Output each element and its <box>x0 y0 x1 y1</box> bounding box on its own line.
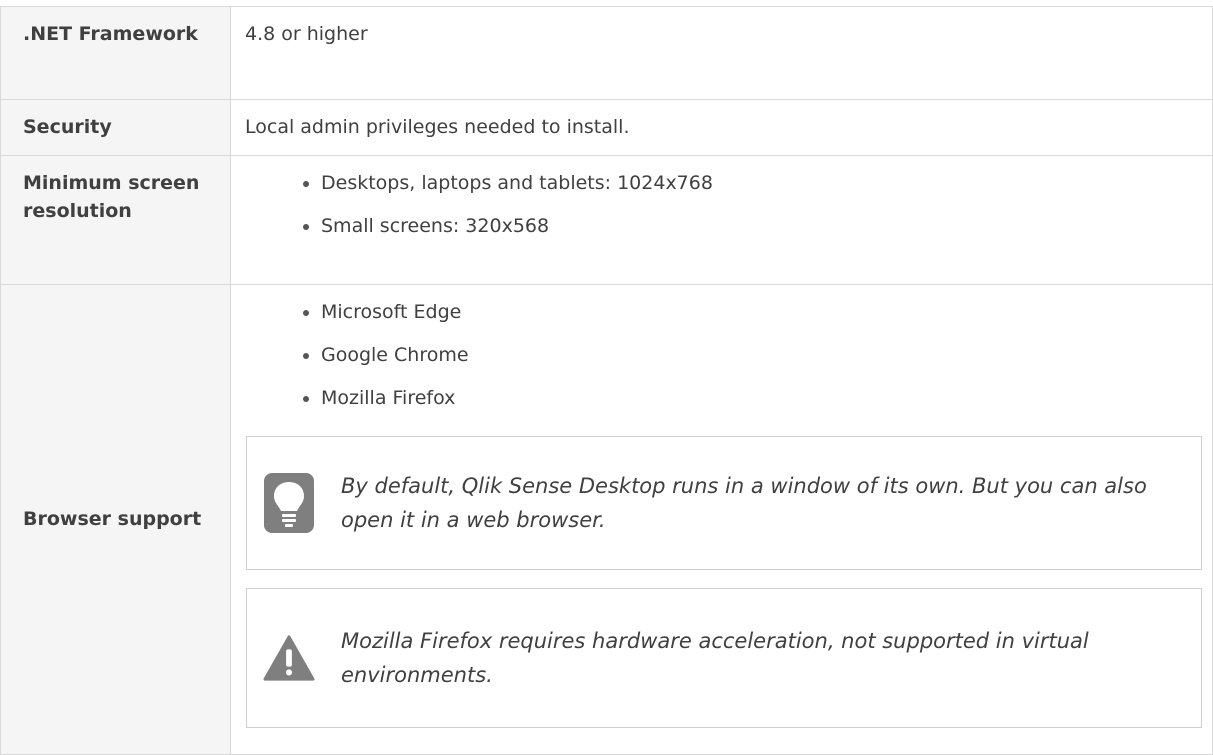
warning-callout: Mozilla Firefox requires hardware accele… <box>246 588 1202 728</box>
list-item: Desktops, laptops and tablets: 1024x768 <box>303 169 1198 197</box>
tip-callout: By default, Qlik Sense Desktop runs in a… <box>246 436 1202 570</box>
row-value-net-framework: 4.8 or higher <box>230 6 1213 100</box>
row-label-browser-support: Browser support <box>0 284 231 755</box>
table-row: Browser support Microsoft Edge Google Ch… <box>0 284 1213 755</box>
row-label-net-framework: .NET Framework <box>0 6 231 100</box>
tip-text: By default, Qlik Sense Desktop runs in a… <box>341 474 1147 532</box>
warning-icon <box>263 628 315 688</box>
list-item: Microsoft Edge <box>303 298 1198 326</box>
table-row: Security Local admin privileges needed t… <box>0 99 1213 156</box>
list-item: Google Chrome <box>303 341 1198 369</box>
row-value-min-resolution: Desktops, laptops and tablets: 1024x768 … <box>230 155 1213 285</box>
browser-list: Microsoft Edge Google Chrome Mozilla Fir… <box>245 298 1198 412</box>
warning-text: Mozilla Firefox requires hardware accele… <box>341 629 1089 687</box>
row-label-security: Security <box>0 99 231 156</box>
system-requirements-table: .NET Framework 4.8 or higher Security Lo… <box>0 6 1213 755</box>
list-item: Mozilla Firefox <box>303 384 1198 412</box>
row-label-min-resolution: Minimum screen resolution <box>0 155 231 285</box>
lightbulb-icon <box>263 473 315 533</box>
table-row: .NET Framework 4.8 or higher <box>0 6 1213 100</box>
row-value-security: Local admin privileges needed to install… <box>230 99 1213 156</box>
resolution-list: Desktops, laptops and tablets: 1024x768 … <box>245 169 1198 240</box>
row-value-browser-support: Microsoft Edge Google Chrome Mozilla Fir… <box>230 284 1213 755</box>
list-item: Small screens: 320x568 <box>303 212 1198 240</box>
table-row: Minimum screen resolution Desktops, lapt… <box>0 155 1213 285</box>
